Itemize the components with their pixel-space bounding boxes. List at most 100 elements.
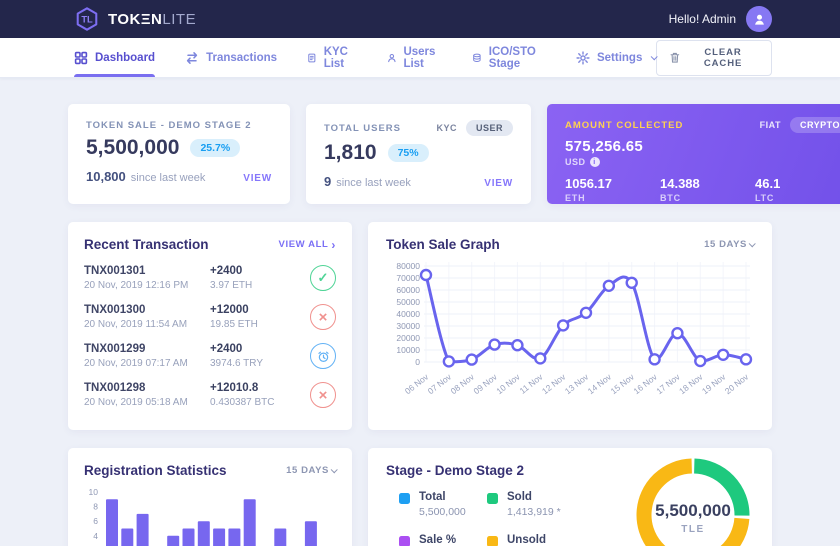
transaction-id: TNX001300 (84, 304, 210, 316)
total-users-badge: 75% (388, 144, 429, 162)
svg-text:12 Nov: 12 Nov (540, 371, 568, 396)
gear-icon (576, 51, 590, 65)
toggle-option-crypto[interactable]: CRYPTO (790, 117, 840, 133)
svg-text:40000: 40000 (396, 309, 420, 319)
registration-bar-chart: 246810 (84, 486, 336, 546)
token-sale-graph-panel: Token Sale Graph 15 DAYS 010000200003000… (368, 222, 772, 430)
bar-chart-period-dropdown[interactable]: 15 DAYS (286, 465, 336, 476)
token-sale-line-chart: 0100002000030000400005000060000700008000… (386, 258, 754, 410)
total-users-delta: 9 (324, 174, 331, 189)
transaction-equivalent: 3974.6 TRY (210, 358, 310, 369)
transaction-row[interactable]: TNX001298 20 Nov, 2019 05:18 AM +12010.8… (84, 382, 336, 408)
transaction-amount: +2400 (210, 265, 310, 277)
nav-item-kyc-list[interactable]: KYC List (307, 38, 357, 77)
svg-text:13 Nov: 13 Nov (563, 371, 591, 396)
toggle-option-kyc[interactable]: KYC (430, 120, 463, 136)
transaction-id: TNX001298 (84, 382, 210, 394)
token-sale-badge: 25.7% (190, 139, 240, 157)
clear-cache-button[interactable]: CLEAR CACHE (656, 40, 772, 76)
legend-item-sale-pct: Sale % 25.7% Sold (399, 534, 487, 546)
token-sale-view-link[interactable]: VIEW (243, 173, 272, 184)
user-avatar[interactable] (746, 6, 772, 32)
clear-cache-label: CLEAR CACHE (688, 47, 758, 69)
transaction-amount: +12010.8 (210, 382, 310, 394)
view-all-link[interactable]: VIEW ALL› (279, 239, 336, 251)
svg-text:18 Nov: 18 Nov (677, 371, 705, 396)
trash-icon (670, 51, 680, 64)
kyc-user-toggle: KYC USER (430, 120, 513, 136)
svg-text:60000: 60000 (396, 285, 420, 295)
transaction-row[interactable]: TNX001301 20 Nov, 2019 12:16 PM +2400 3.… (84, 265, 336, 291)
delta-caption: since last week (131, 172, 206, 184)
kyc-document-icon (307, 51, 317, 65)
nav-item-users-list[interactable]: Users List (387, 38, 442, 77)
crypto-ltc: 46.1 LTC (755, 176, 840, 203)
transaction-amount: +12000 (210, 304, 310, 316)
fiat-crypto-toggle: FIAT CRYPTO (754, 117, 840, 133)
legend-swatch (399, 493, 410, 504)
svg-text:17 Nov: 17 Nov (654, 371, 682, 396)
transaction-equivalent: 3.97 ETH (210, 280, 310, 291)
transaction-date: 20 Nov, 2019 11:54 AM (84, 319, 210, 330)
token-sale-label: TOKEN SALE - DEMO STAGE 2 (86, 120, 252, 131)
greeting-text: Hello! Admin (669, 12, 736, 26)
line-chart-period-dropdown[interactable]: 15 DAYS (704, 239, 754, 250)
token-sale-delta: 10,800 (86, 169, 126, 184)
total-users-view-link[interactable]: VIEW (484, 178, 513, 189)
svg-text:6: 6 (93, 516, 98, 526)
svg-text:08 Nov: 08 Nov (449, 371, 477, 396)
token-sale-graph-title: Token Sale Graph (386, 237, 500, 252)
transaction-row[interactable]: TNX001299 20 Nov, 2019 07:17 AM +2400 39… (84, 343, 336, 369)
transaction-amount: +2400 (210, 343, 310, 355)
brand-hexagon-icon: TL (74, 6, 100, 32)
amount-collected-label: AMOUNT COLLECTED (565, 120, 683, 131)
stage-panel: Stage - Demo Stage 2 Total 5,500,000 Sol… (368, 448, 772, 546)
toggle-option-fiat[interactable]: FIAT (754, 117, 787, 133)
transaction-id: TNX001299 (84, 343, 210, 355)
total-users-card: TOTAL USERS KYC USER 1,810 75% 9 since l… (306, 104, 531, 204)
nav-label: Transactions (206, 52, 277, 64)
person-icon (752, 12, 767, 27)
svg-text:10 Nov: 10 Nov (494, 371, 522, 396)
toggle-option-user[interactable]: USER (466, 120, 513, 136)
legend-swatch (487, 493, 498, 504)
registration-statistics-panel: Registration Statistics 15 DAYS 246810 (68, 448, 352, 546)
chevron-right-icon: › (331, 239, 336, 251)
transaction-equivalent: 19.85 ETH (210, 319, 310, 330)
users-person-icon (387, 51, 397, 65)
crypto-btc: 14.388 BTC (660, 176, 755, 203)
svg-text:19 Nov: 19 Nov (700, 371, 728, 396)
nav-item-dashboard[interactable]: Dashboard (74, 38, 155, 77)
svg-text:10000: 10000 (396, 345, 420, 355)
amount-collected-value: 575,256.65 (565, 138, 840, 155)
token-sale-value: 5,500,000 (86, 136, 179, 160)
recent-transactions-panel: Recent Transaction VIEW ALL› TNX001301 2… (68, 222, 352, 430)
nav-item-settings[interactable]: Settings (576, 38, 656, 77)
brand-logo[interactable]: TL TOKΞNLITE (74, 6, 196, 32)
transaction-date: 20 Nov, 2019 07:17 AM (84, 358, 210, 369)
nav-item-ico-sto-stage[interactable]: ICO/STO Stage (472, 38, 546, 77)
token-sale-card: TOKEN SALE - DEMO STAGE 2 5,500,000 25.7… (68, 104, 290, 204)
dashboard-grid-icon (74, 51, 88, 65)
svg-text:16 Nov: 16 Nov (631, 371, 659, 396)
svg-text:30000: 30000 (396, 321, 420, 331)
nav-label: Settings (597, 52, 642, 64)
transaction-row[interactable]: TNX001300 20 Nov, 2019 11:54 AM +12000 1… (84, 304, 336, 330)
svg-text:0: 0 (415, 357, 420, 367)
amount-collected-card: AMOUNT COLLECTED FIAT CRYPTO 575,256.65 … (547, 104, 840, 204)
nav-label: Users List (403, 46, 442, 70)
topbar: TL TOKΞNLITE Hello! Admin (0, 0, 840, 38)
status-failed-icon[interactable]: × (310, 382, 336, 408)
svg-text:14 Nov: 14 Nov (586, 371, 614, 396)
status-success-icon[interactable]: ✓ (310, 265, 336, 291)
transactions-arrows-icon (185, 51, 199, 65)
status-failed-icon[interactable]: × (310, 304, 336, 330)
nav-item-transactions[interactable]: Transactions (185, 38, 277, 77)
coins-stack-icon (472, 51, 482, 65)
svg-text:15 Nov: 15 Nov (609, 371, 637, 396)
svg-text:4: 4 (93, 531, 98, 541)
svg-text:50000: 50000 (396, 297, 420, 307)
delta-caption: since last week (336, 177, 411, 189)
status-pending-icon[interactable] (310, 343, 336, 369)
info-icon[interactable]: i (590, 157, 600, 167)
